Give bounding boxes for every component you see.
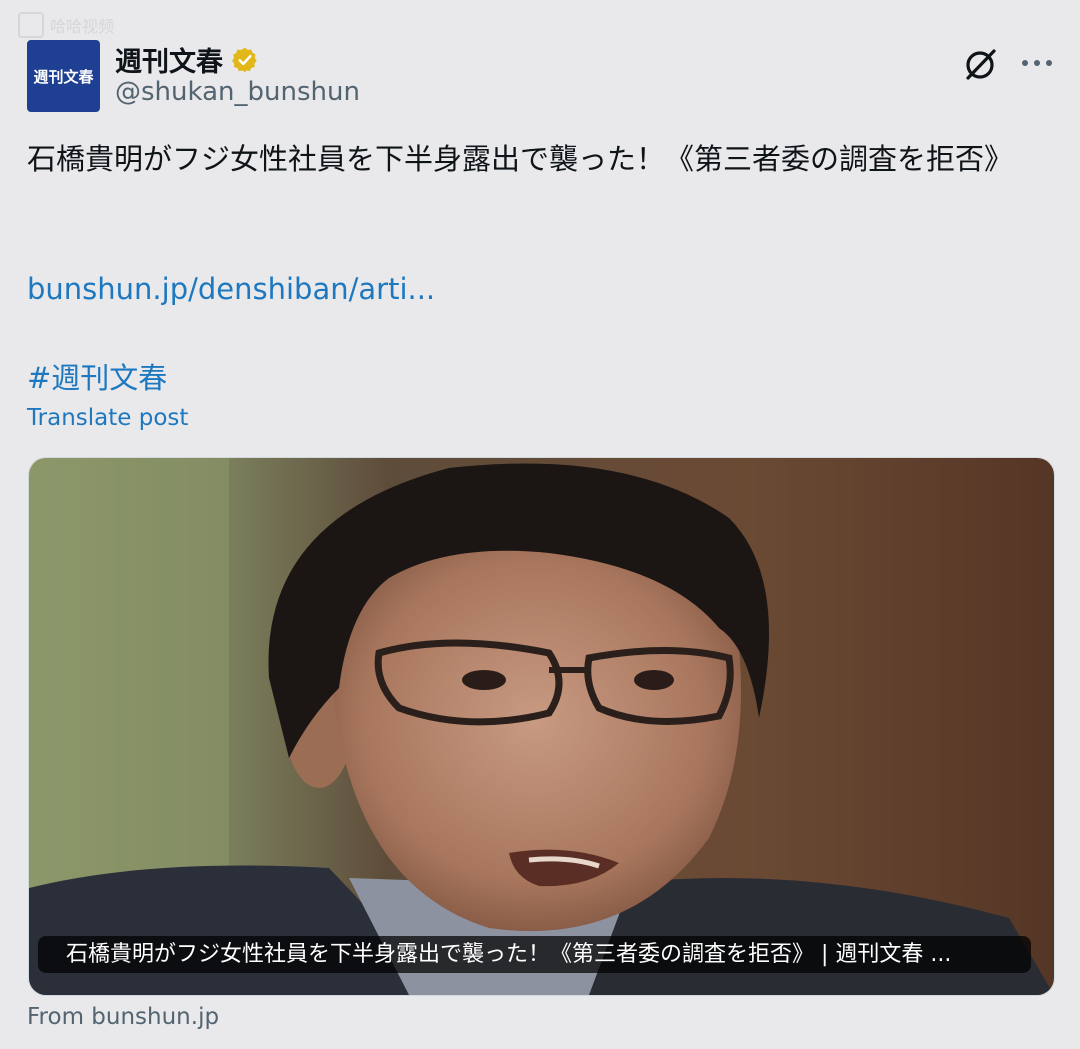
- avatar[interactable]: 週刊文春: [27, 40, 100, 112]
- display-name[interactable]: 週刊文春: [115, 40, 223, 79]
- grok-icon[interactable]: [960, 44, 1000, 84]
- author-handle[interactable]: @shukan_bunshun: [115, 77, 360, 107]
- verified-badge-icon: [232, 47, 257, 72]
- more-dot: [1034, 60, 1040, 66]
- author-name-row: 週刊文春: [115, 40, 259, 79]
- watermark-text: 哈哈视频: [50, 17, 115, 36]
- post-hashtag[interactable]: #週刊文春: [27, 355, 167, 397]
- card-caption[interactable]: 石橋貴明がフジ女性社員を下半身露出で襲った！《第三者委の調査を拒否》 | 週刊文…: [38, 936, 1031, 973]
- post-text: 石橋貴明がフジ女性社員を下半身露出で襲った！《第三者委の調査を拒否》: [27, 142, 1014, 176]
- watermark-logo-icon: [18, 12, 44, 38]
- card-photo: [29, 458, 1054, 995]
- post-link[interactable]: bunshun.jp/denshiban/arti...: [27, 272, 435, 306]
- card-source[interactable]: From bunshun.jp: [27, 1004, 219, 1030]
- translate-post-button[interactable]: Translate post: [27, 405, 188, 431]
- more-dot: [1022, 60, 1028, 66]
- more-dot: [1046, 60, 1052, 66]
- link-card-image[interactable]: [28, 457, 1055, 996]
- more-icon[interactable]: [1022, 52, 1052, 74]
- watermark: 哈哈视频: [18, 12, 114, 38]
